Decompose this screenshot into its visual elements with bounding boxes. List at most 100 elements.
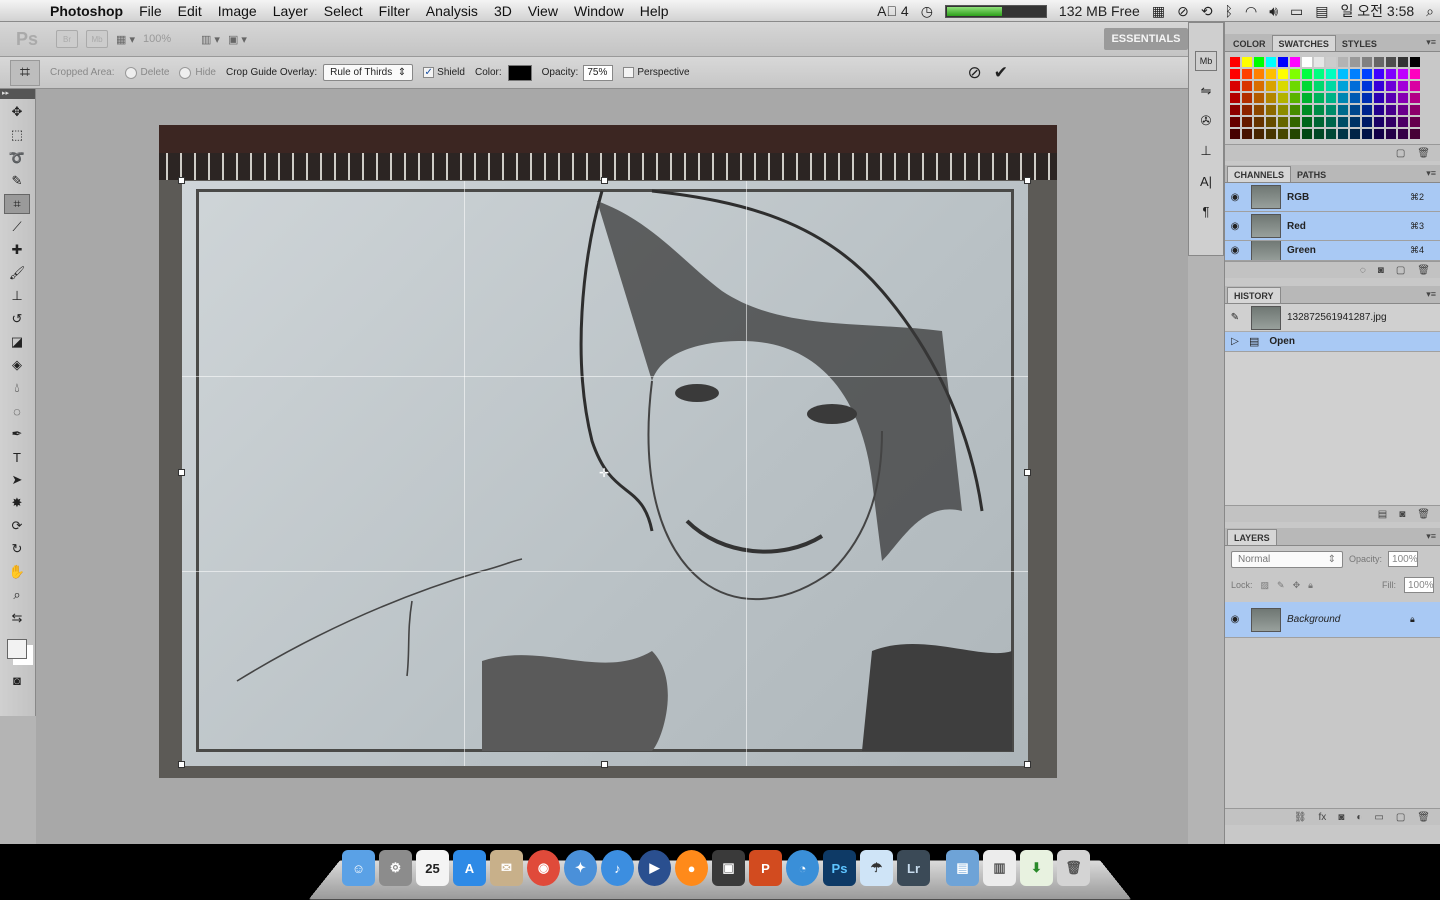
swatch-cell[interactable] [1385,128,1397,140]
swatch-cell[interactable] [1301,116,1313,128]
hand-tool-icon[interactable]: ✋ [4,562,30,582]
view-extras-button[interactable]: ▦ ▾ [116,27,135,51]
delete-state-icon[interactable]: 🗑︎ [1417,509,1430,520]
swatch-cell[interactable] [1265,56,1277,68]
swatch-cell[interactable] [1313,68,1325,80]
clone-stamp-tool-icon[interactable]: ⊥ [4,286,30,306]
crop-tool-preset-icon[interactable]: ⌗ [10,59,40,86]
swatch-cell[interactable] [1241,92,1253,104]
layer-opacity-input[interactable]: 100% [1388,551,1419,567]
swatch-cell[interactable] [1289,128,1301,140]
swatch-cell[interactable] [1337,128,1349,140]
new-swatch-icon[interactable]: ▢ [1396,148,1405,159]
load-selection-icon[interactable]: ◌ [1360,265,1366,276]
swatch-cell[interactable] [1397,116,1409,128]
panel-menu-icon[interactable]: ▾≡ [1426,531,1436,542]
perspective-check-box[interactable] [623,67,635,78]
chrome-icon[interactable]: ◉ [527,850,560,886]
move-tool-icon[interactable]: ✥ [4,102,30,122]
swatch-cell[interactable] [1349,116,1361,128]
crop-handle-bottom[interactable] [601,761,608,768]
swatch-cell[interactable] [1409,92,1421,104]
swatch-cell[interactable] [1325,92,1337,104]
history-source-box[interactable]: ▷ [1225,336,1245,347]
system-preferences-icon[interactable]: ⚙ [379,850,412,886]
swatch-cell[interactable] [1349,68,1361,80]
swatch-cell[interactable] [1385,116,1397,128]
swatch-cell[interactable] [1265,116,1277,128]
swatch-cell[interactable] [1253,128,1265,140]
default-colors-icon[interactable]: ⇆ [4,608,30,628]
menu-help[interactable]: Help [632,3,677,19]
menu-analysis[interactable]: Analysis [418,3,486,19]
3d-orbit-tool-icon[interactable]: ↻ [4,539,30,559]
applications-folder-icon[interactable]: ▤ [946,850,979,886]
clock-face-icon[interactable]: ◷ [915,3,939,20]
safari-icon[interactable]: ✦ [564,850,597,886]
quicktime-icon[interactable]: ▶ [638,850,671,886]
swatch-cell[interactable] [1313,128,1325,140]
app-menu[interactable]: Photoshop [42,3,131,19]
blend-mode-select[interactable]: Normal ⇕ [1231,550,1343,568]
swatch-cell[interactable] [1229,116,1241,128]
swatch-cell[interactable] [1289,56,1301,68]
layer-fill-input[interactable]: 100% [1404,577,1434,593]
eye-icon[interactable]: ◉ [1225,245,1245,256]
swatch-cell[interactable] [1277,80,1289,92]
arrange-documents-button[interactable]: ▥ ▾ [201,27,220,51]
swatch-cell[interactable] [1373,104,1385,116]
swatch-cell[interactable] [1277,116,1289,128]
new-channel-icon[interactable]: ▢ [1396,265,1405,276]
crop-handle-top[interactable] [601,177,608,184]
tab-history[interactable]: HISTORY [1227,287,1281,303]
tab-channels[interactable]: CHANNELS [1227,166,1292,182]
swatch-cell[interactable] [1337,116,1349,128]
swatch-cell[interactable] [1325,68,1337,80]
swatch-cell[interactable] [1241,80,1253,92]
new-group-icon[interactable]: ▭ [1374,812,1383,823]
paragraph-panel-icon[interactable]: ¶ [1195,201,1217,221]
3d-rotate-tool-icon[interactable]: ⟳ [4,516,30,536]
paint-bucket-tool-icon[interactable]: ◈ [4,355,30,375]
swatch-cell[interactable] [1265,104,1277,116]
memory-meter[interactable] [939,4,1053,18]
swatches-grid[interactable] [1229,56,1440,140]
delete-radio-dot[interactable] [124,66,137,79]
swatch-cell[interactable] [1337,92,1349,104]
swatch-cell[interactable] [1325,80,1337,92]
mini-bridge-button[interactable]: Mb [86,30,108,48]
flag-input-icon[interactable]: ▤ [1309,3,1334,20]
delete-channel-icon[interactable]: 🗑︎ [1417,265,1430,276]
add-mask-icon[interactable]: ◙ [1338,812,1344,823]
photoshop-dock-icon[interactable]: Ps [823,850,856,886]
swatch-cell[interactable] [1301,56,1313,68]
zoom-tool-icon[interactable]: ⌕ [4,585,30,605]
swatch-cell[interactable] [1253,104,1265,116]
swatch-cell[interactable] [1301,80,1313,92]
workspace-essentials-button[interactable]: ESSENTIALS [1104,28,1188,50]
marquee-tool-icon[interactable]: ⬚ [4,125,30,145]
volume-icon[interactable]: 🔊︎ [1263,3,1284,20]
swatch-cell[interactable] [1361,128,1373,140]
eraser-tool-icon[interactable]: ◪ [4,332,30,352]
swatch-cell[interactable] [1289,68,1301,80]
menu-file[interactable]: File [131,3,170,19]
calendar-icon[interactable]: 25 [416,850,449,886]
type-tool-icon[interactable]: T [4,447,30,467]
hide-radio-dot[interactable] [179,66,192,79]
crop-tool-icon[interactable]: ⌗ [4,194,30,214]
swatch-cell[interactable] [1265,80,1277,92]
swatch-cell[interactable] [1361,80,1373,92]
crop-region[interactable]: ✛ [178,177,1031,768]
swatch-cell[interactable] [1277,68,1289,80]
mini-bridge-panel-icon[interactable]: Mb [1195,51,1217,71]
swatch-cell[interactable] [1301,128,1313,140]
swatch-cell[interactable] [1325,116,1337,128]
swatch-cell[interactable] [1253,116,1265,128]
wifi-icon[interactable]: ◠ [1239,3,1263,20]
swatch-cell[interactable] [1349,80,1361,92]
swatch-cell[interactable] [1229,128,1241,140]
menu-filter[interactable]: Filter [371,3,418,19]
swatch-cell[interactable] [1385,68,1397,80]
swatch-cell[interactable] [1277,92,1289,104]
